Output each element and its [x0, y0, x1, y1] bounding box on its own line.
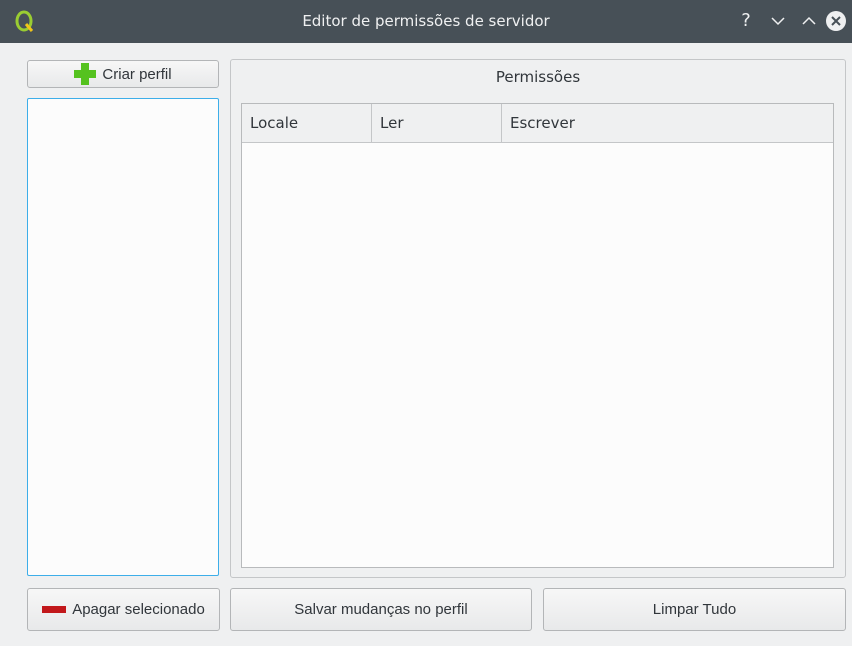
delete-selected-label: Apagar selecionado — [72, 601, 205, 618]
permissions-title: Permissões — [495, 68, 581, 86]
close-icon — [831, 16, 841, 26]
column-header-locale[interactable]: Locale — [242, 104, 372, 142]
minus-icon — [42, 606, 67, 613]
delete-selected-button[interactable]: Apagar selecionado — [27, 588, 220, 631]
permissions-table[interactable]: Locale Ler Escrever — [241, 103, 834, 568]
table-header: Locale Ler Escrever — [242, 104, 833, 143]
clear-all-label: Limpar Tudo — [652, 601, 737, 618]
title-bar[interactable]: Editor de permissões de servidor ? — [0, 0, 852, 43]
help-button[interactable]: ? — [734, 8, 758, 34]
column-header-write[interactable]: Escrever — [502, 104, 833, 142]
clear-all-button[interactable]: Limpar Tudo — [543, 588, 846, 631]
create-profile-button[interactable]: Criar perfil — [27, 60, 219, 88]
profile-list[interactable] — [27, 98, 219, 576]
save-profile-changes-button[interactable]: Salvar mudanças no perfil — [230, 588, 532, 631]
column-header-read[interactable]: Ler — [372, 104, 502, 142]
server-permissions-editor-window: Editor de permissões de servidor ? Criar… — [0, 0, 852, 646]
create-profile-label: Criar perfil — [102, 65, 172, 83]
save-profile-changes-label: Salvar mudanças no perfil — [294, 601, 468, 618]
window-title: Editor de permissões de servidor — [302, 12, 550, 30]
minimize-button[interactable] — [766, 8, 790, 34]
chevron-up-icon — [802, 16, 816, 25]
maximize-button[interactable] — [797, 8, 821, 34]
close-button[interactable] — [826, 11, 846, 31]
plus-icon — [74, 63, 97, 85]
chevron-down-icon — [771, 17, 785, 26]
